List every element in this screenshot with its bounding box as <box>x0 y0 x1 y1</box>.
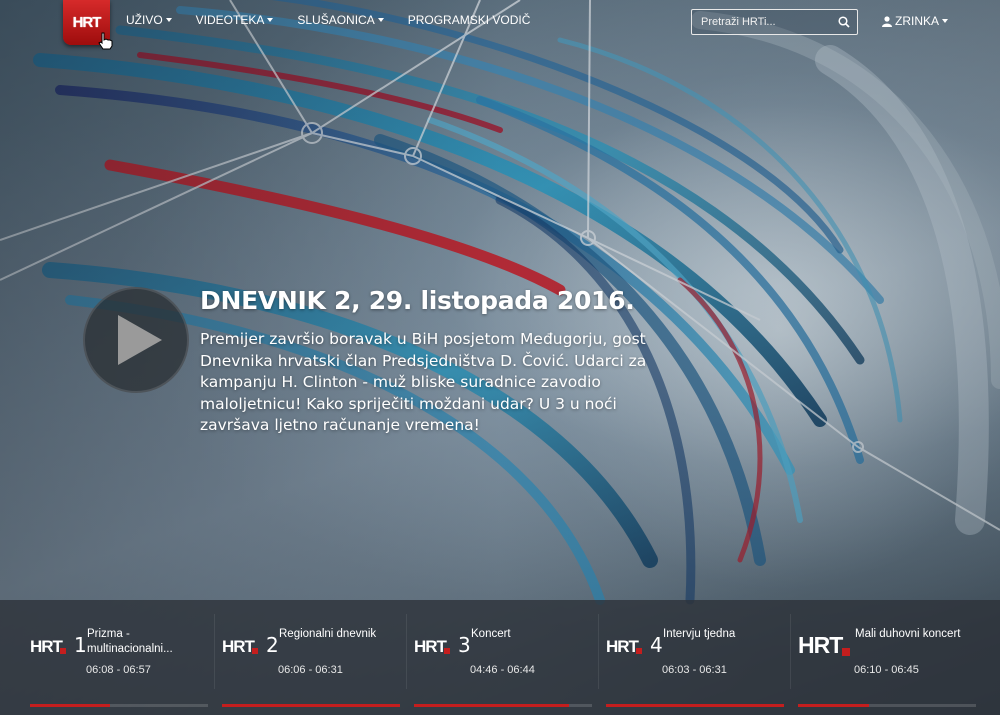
channel-show-title: Regionalni dnevnik <box>279 628 377 640</box>
nav-item-uzivo[interactable]: Uživo <box>126 13 172 27</box>
user-icon <box>882 15 892 27</box>
svg-text:HRT: HRT <box>414 637 448 656</box>
channel-card-1[interactable]: HRT 1 Prizma - multinacionalni... 06:08 … <box>22 600 214 715</box>
channel-card-5[interactable]: HRT Mali duhovni koncert 06:10 - 06:45 <box>790 600 990 715</box>
search-box <box>691 9 858 35</box>
caret-down-icon <box>267 18 274 22</box>
channel-progress-bar <box>30 704 208 707</box>
channel-progress-bar <box>606 704 784 707</box>
channel-show-title: Koncert <box>471 628 511 640</box>
caret-down-icon <box>942 19 949 23</box>
search-icon[interactable] <box>838 16 850 28</box>
nav-item-slusaonica[interactable]: Slušaonica <box>297 13 384 27</box>
caret-down-icon <box>165 18 172 22</box>
svg-text:HRT: HRT <box>798 632 843 658</box>
user-name: ZRINKA <box>895 14 940 28</box>
channel-progress-fill <box>606 704 784 707</box>
channel-show-time: 06:06 - 06:31 <box>278 664 343 676</box>
channel-progress-fill <box>414 704 569 707</box>
channel-show-title: Intervju tjedna <box>663 628 736 640</box>
channel-progress-bar <box>798 704 976 707</box>
channel-show-time: 06:10 - 06:45 <box>854 664 919 676</box>
hero-description: Premijer završio boravak u BiH posjetom … <box>200 330 647 434</box>
hrt-channel-logo-icon: HRT <box>798 632 850 658</box>
channel-card-3[interactable]: HRT 3 Koncert 04:46 - 06:44 <box>406 600 598 715</box>
channel-number: 4 <box>650 633 663 657</box>
svg-text:HRT: HRT <box>222 637 256 656</box>
channel-strip: HRT 1 Prizma - multinacionalni... 06:08 … <box>0 600 1000 715</box>
channel-card-4[interactable]: HRT 4 Intervju tjedna 06:03 - 06:31 <box>598 600 790 715</box>
hero-title[interactable]: DNEVNIK 2, 29. listopada 2016. <box>200 286 635 315</box>
logo-text: HRT <box>72 14 102 31</box>
play-icon <box>118 315 162 365</box>
nav-item-programski-vodic[interactable]: Programski vodič <box>408 13 531 27</box>
channel-number: 3 <box>458 633 471 657</box>
channel-show-time: 04:46 - 06:44 <box>470 664 535 676</box>
nav-item-videoteka[interactable]: Videoteka <box>196 13 274 27</box>
channel-progress-bar <box>414 704 592 707</box>
nav-item-label: Videoteka <box>195 13 265 27</box>
channel-show-title: Mali duhovni koncert <box>855 628 961 640</box>
nav-item-label: Slušaonica <box>297 13 375 27</box>
channel-show-time: 06:08 - 06:57 <box>86 664 151 676</box>
svg-text:HRT: HRT <box>30 637 64 656</box>
play-button[interactable] <box>83 287 189 393</box>
main-menu: Uživo Videoteka Slušaonica Programski vo… <box>126 13 554 27</box>
channel-progress-fill <box>30 704 111 707</box>
user-menu[interactable]: ZRINKA <box>882 14 949 28</box>
channel-progress-fill <box>798 704 870 707</box>
channel-progress-fill <box>222 704 400 707</box>
channel-card-2[interactable]: HRT 2 Regionalni dnevnik 06:06 - 06:31 <box>214 600 406 715</box>
nav-item-label: Programski vodič <box>407 13 531 27</box>
svg-text:HRT: HRT <box>606 637 640 656</box>
hrt-channel-logo-icon: HRT <box>606 637 642 656</box>
channel-progress-bar <box>222 704 400 707</box>
channel-show-title: Prizma - multinacionalni... <box>87 628 173 655</box>
channel-number: 1 <box>74 633 87 657</box>
search-input[interactable] <box>692 10 830 34</box>
top-navbar: HRT Uživo Videoteka Slušaonica Programsk… <box>0 0 1000 50</box>
hrt-channel-logo-icon: HRT <box>414 637 450 656</box>
channel-show-time: 06:03 - 06:31 <box>662 664 727 676</box>
hand-cursor-icon <box>98 32 113 50</box>
caret-down-icon <box>377 18 384 22</box>
hrt-channel-logo-icon: HRT <box>30 637 66 656</box>
nav-item-label: Uživo <box>126 13 163 27</box>
hrt-channel-logo-icon: HRT <box>222 637 258 656</box>
channel-number: 2 <box>266 633 279 657</box>
